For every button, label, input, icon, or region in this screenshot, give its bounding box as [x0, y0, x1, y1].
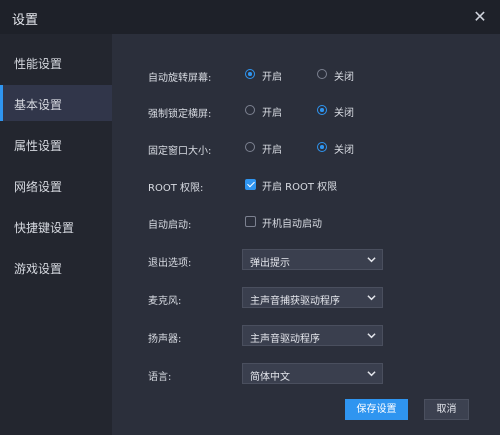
- radio-unselected-icon: [245, 105, 255, 115]
- sidebar-item-network[interactable]: 网络设置: [0, 167, 112, 203]
- language-select[interactable]: 简体中文: [242, 363, 383, 384]
- checkbox-checked-icon: [245, 179, 256, 190]
- sidebar-item-properties[interactable]: 属性设置: [0, 126, 112, 162]
- radio-selected-icon: [317, 105, 327, 115]
- chevron-down-icon: [367, 295, 376, 301]
- chevron-down-icon: [367, 371, 376, 377]
- exit-option-select[interactable]: 弹出提示: [242, 249, 383, 270]
- root-label: ROOT 权限:: [148, 183, 204, 194]
- radio-selected-icon: [317, 142, 327, 152]
- autostart-label: 自动启动:: [148, 220, 192, 231]
- settings-window: 设置 ✕ 性能设置 基本设置 属性设置 网络设置 快捷键设置 游戏设置 自动旋转…: [0, 0, 500, 435]
- sidebar-item-label: 基本设置: [14, 98, 63, 112]
- auto-rotate-label: 自动旋转屏幕:: [148, 73, 212, 84]
- radio-unselected-icon: [245, 142, 255, 152]
- checkbox-unchecked-icon: [245, 216, 256, 227]
- sidebar-item-label: 性能设置: [14, 57, 63, 71]
- title-bar: 设置 ✕: [0, 0, 500, 34]
- radio-unselected-icon: [317, 69, 327, 79]
- save-button[interactable]: 保存设置: [345, 399, 408, 420]
- sidebar-item-performance[interactable]: 性能设置: [0, 44, 112, 80]
- window-title: 设置: [12, 13, 39, 28]
- settings-panel: 自动旋转屏幕: 开启 关闭 强制锁定横屏: 开启 关闭 固定窗口大小: 开启 关…: [112, 34, 500, 435]
- sidebar-item-game[interactable]: 游戏设置: [0, 249, 112, 285]
- speaker-label: 扬声器:: [148, 334, 182, 345]
- force-landscape-label: 强制锁定横屏:: [148, 109, 212, 120]
- radio-selected-icon: [245, 69, 255, 79]
- language-label: 语言:: [148, 372, 172, 383]
- sidebar-item-basic[interactable]: 基本设置: [0, 85, 112, 121]
- speaker-select[interactable]: 主声音驱动程序: [242, 325, 383, 346]
- cancel-button[interactable]: 取消: [424, 399, 469, 420]
- microphone-label: 麦克风:: [148, 296, 182, 307]
- microphone-select[interactable]: 主声音捕获驱动程序: [242, 287, 383, 308]
- sidebar-item-label: 游戏设置: [14, 262, 63, 276]
- exit-option-label: 退出选项:: [148, 258, 192, 269]
- fixed-window-label: 固定窗口大小:: [148, 146, 212, 157]
- close-icon[interactable]: ✕: [470, 7, 490, 27]
- sidebar-item-label: 属性设置: [14, 139, 63, 153]
- sidebar: 性能设置 基本设置 属性设置 网络设置 快捷键设置 游戏设置: [0, 34, 112, 435]
- sidebar-item-label: 快捷键设置: [14, 221, 75, 235]
- chevron-down-icon: [367, 333, 376, 339]
- sidebar-item-label: 网络设置: [14, 180, 63, 194]
- chevron-down-icon: [367, 257, 376, 263]
- sidebar-item-shortcuts[interactable]: 快捷键设置: [0, 208, 112, 244]
